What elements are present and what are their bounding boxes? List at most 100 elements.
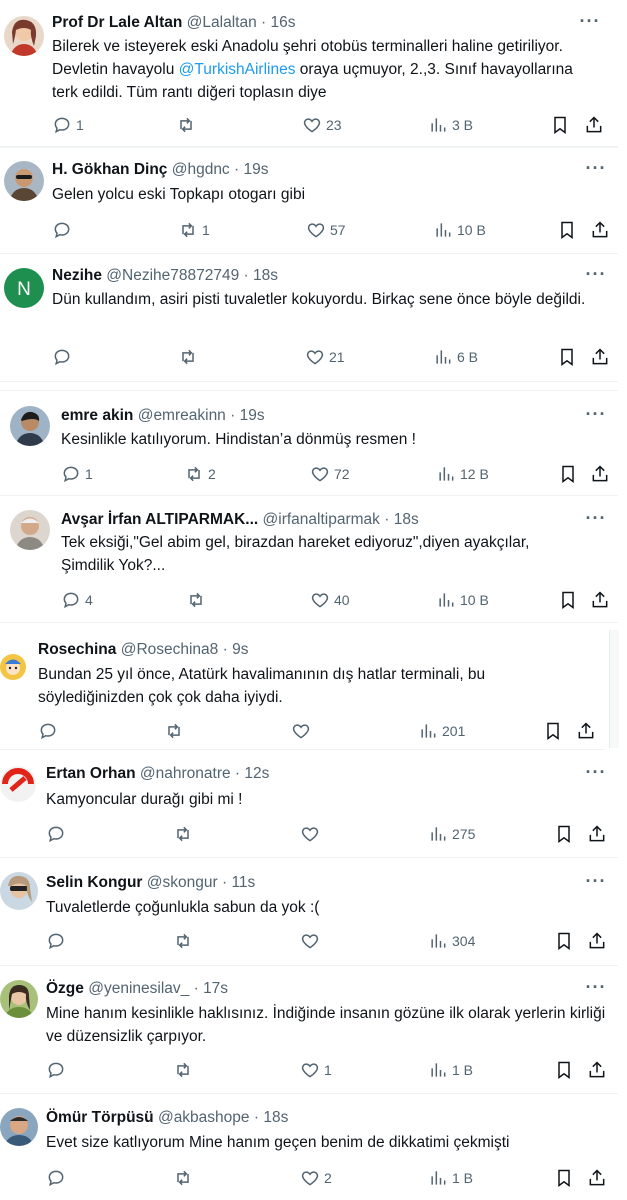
avatar[interactable]: N [4,268,44,308]
avatar[interactable] [10,406,50,446]
more-options-icon[interactable]: ··· [584,159,608,181]
bookmark-button[interactable] [557,345,577,369]
bookmark-button[interactable] [554,822,574,846]
reply-button[interactable] [46,929,66,953]
author-handle[interactable]: @Nezihe78872749 [106,267,239,284]
more-options-icon[interactable]: ··· [584,763,608,785]
like-button[interactable]: 21 [305,345,345,369]
bookmark-button[interactable] [543,719,563,743]
reply-button[interactable] [46,1058,66,1082]
retweet-button[interactable] [164,719,184,743]
avatar[interactable] [0,980,38,1018]
retweet-button[interactable] [173,822,193,846]
views-button[interactable]: 12 B [436,462,489,486]
reply-button[interactable]: 1 [61,462,93,486]
author-name[interactable]: Selin Kongur [46,874,142,891]
tweet-card[interactable]: Rosechina @Rosechina8 · 9s Bundan 25 yıl… [0,630,605,750]
author-name[interactable]: H. Gökhan Dinç [52,161,167,178]
views-button[interactable]: 6 B [433,345,478,369]
reply-button[interactable] [38,719,58,743]
views-button[interactable]: 10 B [433,218,486,242]
author-name[interactable]: Özge [46,980,84,997]
timestamp[interactable]: 11s [231,874,255,891]
tweet-card[interactable]: Özge @yeninesilav_ · 17s ··· Mine hanım … [0,966,618,1094]
timestamp[interactable]: 9s [232,641,248,658]
author-name[interactable]: Nezihe [52,267,102,284]
tweet-card[interactable]: Prof Dr Lale Altan @Lalaltan · 16s ··· B… [0,0,618,147]
share-button[interactable] [590,218,610,242]
author-name[interactable]: Prof Dr Lale Altan [52,14,182,31]
timestamp[interactable]: 19s [243,161,268,178]
scroll-gutter[interactable] [609,630,619,748]
like-button[interactable]: 72 [310,462,350,486]
like-button[interactable]: 57 [306,218,346,242]
retweet-button[interactable] [178,345,202,369]
more-options-icon[interactable]: ··· [584,872,608,894]
author-name[interactable]: Ertan Orhan [46,765,136,782]
author-handle[interactable]: @akbashope [158,1109,250,1126]
retweet-button[interactable]: 1 [178,218,210,242]
more-options-icon[interactable]: ··· [584,509,608,531]
timestamp[interactable]: 19s [240,407,265,424]
reply-button[interactable] [52,218,76,242]
avatar[interactable] [0,766,36,802]
like-button[interactable]: 40 [310,588,350,612]
timestamp[interactable]: 18s [394,511,419,528]
views-button[interactable]: 1 B [428,1166,473,1190]
like-button[interactable] [300,929,320,953]
bookmark-button[interactable] [558,462,578,486]
author-name[interactable]: Rosechina [38,641,116,658]
retweet-button[interactable]: 2 [184,462,216,486]
views-button[interactable]: 275 [428,822,475,846]
like-button[interactable]: 23 [302,113,342,137]
author-handle[interactable]: @Rosechina8 [121,641,219,658]
author-handle[interactable]: @yeninesilav_ [88,980,189,997]
tweet-card[interactable]: Ertan Orhan @nahronatre · 12s ··· Kamyon… [0,752,618,858]
share-button[interactable] [587,1058,607,1082]
tweet-card[interactable]: emre akin @emreakinn · 19s ··· Kesinlikl… [0,390,618,496]
more-options-icon[interactable]: ··· [584,405,608,427]
author-handle[interactable]: @emreakinn [138,407,226,424]
bookmark-button[interactable] [557,218,577,242]
bookmark-button[interactable] [554,929,574,953]
avatar[interactable] [4,161,44,201]
avatar[interactable] [0,654,26,680]
views-button[interactable]: 201 [418,719,465,743]
more-options-icon[interactable]: ··· [584,265,608,287]
author-handle[interactable]: @irfanaltiparmak [263,511,380,528]
author-handle[interactable]: @Lalaltan [187,14,257,31]
reply-button[interactable] [46,822,66,846]
share-button[interactable] [587,929,607,953]
retweet-button[interactable] [173,929,193,953]
author-name[interactable]: Ömür Törpüsü [46,1109,154,1126]
timestamp[interactable]: 18s [263,1109,288,1126]
timestamp[interactable]: 18s [253,267,278,284]
author-handle[interactable]: @hgdnc [172,161,230,178]
bookmark-button[interactable] [554,1058,574,1082]
timestamp[interactable]: 17s [203,980,228,997]
tweet-card[interactable]: H. Gökhan Dinç @hgdnc · 19s ··· Gelen yo… [0,147,618,254]
reply-button[interactable] [52,345,76,369]
like-button[interactable] [291,719,311,743]
retweet-button[interactable] [176,113,200,137]
share-button[interactable] [587,822,607,846]
avatar[interactable] [10,510,50,550]
views-button[interactable]: 3 B [428,113,473,137]
timestamp[interactable]: 16s [270,14,295,31]
like-button[interactable]: 2 [300,1166,332,1190]
author-name[interactable]: Avşar İrfan ALTIPARMAK... [61,511,258,528]
share-button[interactable] [576,719,596,743]
more-options-icon[interactable]: ··· [578,12,602,34]
tweet-card[interactable]: N Nezihe @Nezihe78872749 · 18s ··· Dün k… [0,254,618,382]
avatar[interactable] [0,872,38,910]
like-button[interactable]: 1 [300,1058,332,1082]
bookmark-button[interactable] [550,113,570,137]
timestamp[interactable]: 12s [244,765,269,782]
views-button[interactable]: 304 [428,929,475,953]
views-button[interactable]: 1 B [428,1058,473,1082]
share-button[interactable] [590,588,610,612]
share-button[interactable] [587,1166,607,1190]
tweet-card[interactable]: Avşar İrfan ALTIPARMAK... @irfanaltiparm… [0,496,618,623]
share-button[interactable] [590,462,610,486]
author-handle[interactable]: @skongur [147,874,218,891]
